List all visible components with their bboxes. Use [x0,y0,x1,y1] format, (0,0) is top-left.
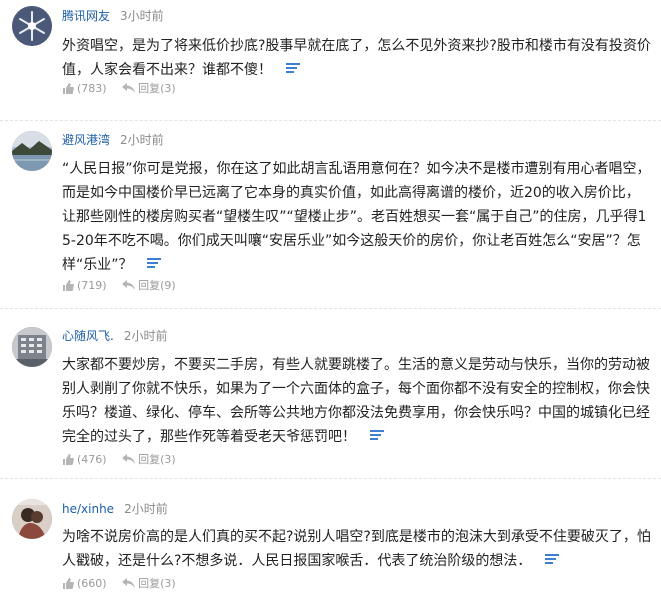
reply-label: 回复(9) [138,279,176,292]
expand-icon[interactable] [146,258,161,268]
comment-text: 大家都不要炒房，不要买二手房，有些人就要跳楼了。生活的意义是劳动与快乐，当你的劳… [62,353,652,449]
comment-body: 大家都不要炒房，不要买二手房，有些人就要跳楼了。生活的意义是劳动与快乐，当你的劳… [62,357,650,445]
comment-item: he/xinhe 2小时前 为啥不说房价高的是人们真的买不起?说别人唱空?到底是楼… [0,479,661,607]
comment-text: 为啥不说房价高的是人们真的买不起?说别人唱空?到底是楼市的泡沫大到承受不住要破灭… [62,525,652,573]
reply-button[interactable]: 回复(3) [122,451,176,469]
avatar[interactable] [12,327,52,367]
couple-photo-avatar-icon [12,499,52,539]
avatar[interactable] [12,131,52,171]
comment-text: 外资唱空，是为了将来低价抄底?股事早就在底了，怎么不见外资来抄?股市和楼市有没有… [62,34,652,82]
like-count: (660) [77,577,107,590]
timestamp: 2小时前 [120,133,164,147]
like-count: (783) [77,82,107,95]
reply-arrow-icon [122,280,136,290]
username-link[interactable]: 避风港湾 [62,133,110,147]
comment-body: 外资唱空，是为了将来低价抄底?股事早就在底了，怎么不见外资来抄?股市和楼市有没有… [62,38,651,78]
reply-label: 回复(3) [138,577,176,590]
like-button[interactable]: (719) [62,277,107,295]
username-link[interactable]: 腾讯网友 [62,9,110,23]
like-button[interactable]: (660) [62,575,107,593]
reply-button[interactable]: 回复(3) [122,575,176,593]
building-avatar-icon [12,327,52,367]
username-link[interactable]: 心随风飞. [62,329,114,343]
comment-item: 腾讯网友 3小时前 外资唱空，是为了将来低价抄底?股事早就在底了，怎么不见外资来抄… [0,0,661,120]
comment-body: “人民日报”你可是党报，你在这了如此胡言乱语用意何在？如今决不是楼市遭别有用心者… [62,161,651,273]
like-count: (719) [77,279,107,292]
expand-icon[interactable] [370,430,384,440]
reply-arrow-icon [122,83,136,93]
reply-arrow-icon [122,454,136,464]
timestamp: 3小时前 [120,9,164,23]
reply-label: 回复(3) [138,82,176,95]
thumbs-up-icon [63,279,74,291]
reply-arrow-icon [122,578,136,588]
comment-text: “人民日报”你可是党报，你在这了如此胡言乱语用意何在？如今决不是楼市遭别有用心者… [62,157,652,277]
reply-button[interactable]: 回复(9) [122,277,176,295]
like-button[interactable]: (783) [62,80,107,98]
comment-item: 避风港湾 2小时前 “人民日报”你可是党报，你在这了如此胡言乱语用意何在？如今决不… [0,121,661,321]
avatar[interactable] [12,6,52,46]
comment-body: 为啥不说房价高的是人们真的买不起?说别人唱空?到底是楼市的泡沫大到承受不住要破灭… [62,529,651,569]
like-count: (476) [77,453,107,466]
expand-icon[interactable] [286,63,300,73]
expand-icon[interactable] [545,554,560,564]
timestamp: 2小时前 [123,329,168,343]
timestamp: 2小时前 [124,502,168,516]
comment-item: 心随风飞. 2小时前 大家都不要炒房，不要买二手房，有些人就要跳楼了。生活的意义是… [0,309,661,479]
thumbs-up-icon [63,577,74,589]
username-link[interactable]: he/xinhe [62,502,114,516]
reply-label: 回复(3) [138,453,176,466]
thumbs-up-icon [63,82,74,94]
like-button[interactable]: (476) [62,451,107,469]
thumbs-up-icon [63,453,74,465]
reply-button[interactable]: 回复(3) [122,80,176,98]
lake-landscape-avatar-icon [12,131,52,171]
snowflake-avatar-icon [12,6,52,46]
avatar[interactable] [12,499,52,539]
